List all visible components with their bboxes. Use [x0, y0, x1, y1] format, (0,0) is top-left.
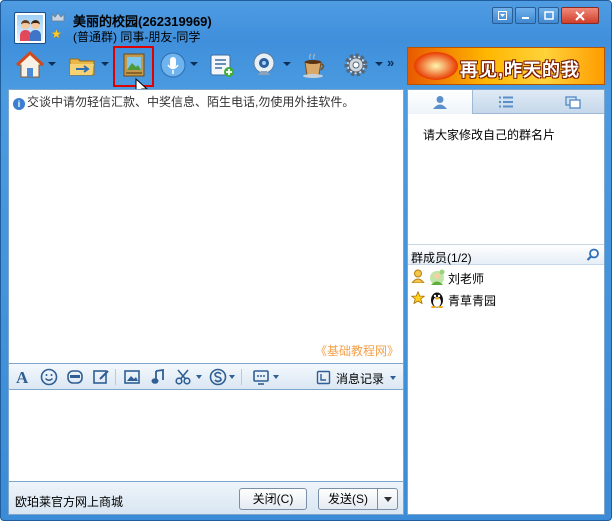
close-icon — [575, 11, 585, 21]
magic-face-icon[interactable] — [66, 368, 84, 386]
font-icon[interactable]: A — [14, 368, 32, 386]
minimize-button[interactable] — [515, 7, 536, 24]
search-icon[interactable] — [586, 248, 600, 262]
members-title: 群成员(1/2) — [411, 251, 472, 265]
info-icon: i — [13, 98, 25, 110]
toolbar-more-button[interactable]: » — [387, 55, 394, 70]
folder-icon — [69, 58, 95, 76]
banner-text: 再见,昨天的我 — [460, 60, 581, 80]
member-icon — [433, 96, 447, 109]
toolbar-settings[interactable] — [341, 45, 385, 85]
ad-banner[interactable]: 再见,昨天的我 — [407, 47, 605, 85]
toolbar-group-home[interactable] — [15, 45, 56, 85]
close-window-button[interactable] — [561, 7, 599, 24]
send-button[interactable]: 发送(S) — [318, 488, 378, 510]
maximize-button[interactable] — [538, 7, 559, 24]
minimize-icon — [522, 17, 529, 19]
close-button[interactable]: 关闭(C) — [239, 488, 307, 510]
coffee-cup-icon — [303, 53, 325, 78]
chat-message-area[interactable]: i 交谈中请勿轻信汇款、中奖信息、陌生电话,勿使用外挂软件。 《基础教程网》 — [8, 89, 404, 364]
list-icon — [499, 96, 513, 108]
member-row-owner[interactable]: 刘老师 — [408, 266, 604, 288]
toolbar-voice[interactable] — [159, 45, 199, 85]
crown-icon — [51, 12, 65, 22]
group-toolbar — [1, 45, 405, 85]
message-history-label: 消息记录 — [336, 372, 385, 386]
group-side-panel: 请大家修改自己的群名片 群成员(1/2) 刘老师 青草青园 — [407, 89, 605, 515]
group-type: (普通群) 同事-朋友-同学 — [73, 30, 201, 44]
avatar — [430, 269, 445, 285]
input-toolbar: A 消息记录 — [8, 364, 404, 390]
house-icon — [15, 50, 45, 78]
toolbar-video[interactable] — [249, 45, 293, 85]
microphone-icon — [160, 52, 186, 78]
webcam-icon — [253, 52, 275, 75]
tab-members[interactable] — [408, 90, 473, 114]
menu-dropdown-button[interactable] — [492, 7, 513, 24]
side-panel-tabs — [408, 90, 604, 114]
bottom-bar: 欧珀莱官方网上商城 关闭(C) 发送(S) — [8, 482, 404, 515]
member-name: 青草青园 — [448, 294, 497, 308]
music-icon[interactable] — [149, 368, 167, 386]
chevron-down-icon — [384, 497, 392, 502]
store-link[interactable]: 欧珀莱官方网上商城 — [15, 493, 123, 510]
star-icon: ★ — [51, 27, 62, 41]
message-history-button[interactable]: 消息记录 — [313, 366, 401, 387]
gear-icon — [344, 53, 368, 77]
admin-star-icon — [411, 291, 425, 305]
maximize-icon — [543, 11, 554, 20]
screen-share-icon[interactable] — [252, 368, 270, 386]
send-options-button[interactable] — [377, 488, 398, 510]
banner-logo — [414, 52, 458, 80]
tab-list[interactable] — [474, 90, 539, 114]
toolbar-group-share[interactable] — [65, 45, 109, 85]
edit-icon[interactable] — [92, 368, 110, 386]
group-avatar[interactable] — [14, 12, 46, 44]
bulletin-icon — [210, 54, 234, 77]
scissors-icon[interactable] — [175, 368, 193, 386]
owner-icon — [411, 269, 425, 283]
history-icon — [316, 370, 331, 385]
tab-windows[interactable] — [540, 90, 605, 114]
qq-group-chat-window: ★ 美丽的校园(262319969) (普通群) 同事-朋友-同学 » 再见,昨… — [0, 0, 612, 521]
windows-icon — [565, 96, 581, 109]
security-notice: i 交谈中请勿轻信汇款、中奖信息、陌生电话,勿使用外挂软件。 — [13, 93, 354, 110]
members-header: 群成员(1/2) — [408, 244, 604, 265]
toolbar-group-post[interactable] — [207, 45, 241, 85]
emoji-icon[interactable] — [40, 368, 58, 386]
toolbar-coffee[interactable] — [299, 45, 333, 85]
security-notice-text: 交谈中请勿轻信汇款、中奖信息、陌生电话,勿使用外挂软件。 — [27, 95, 355, 109]
member-name: 刘老师 — [448, 272, 485, 286]
watermark: 《基础教程网》 — [314, 344, 399, 358]
member-row-admin[interactable]: 青草青园 — [408, 288, 604, 310]
dropdown-icon — [498, 11, 507, 20]
qq-show-icon[interactable] — [209, 368, 227, 386]
penguin-avatar — [431, 292, 443, 308]
group-announcement: 请大家修改自己的群名片 — [423, 128, 556, 142]
message-input[interactable] — [8, 390, 404, 482]
image-icon[interactable] — [123, 368, 141, 386]
svg-text:A: A — [16, 368, 29, 386]
